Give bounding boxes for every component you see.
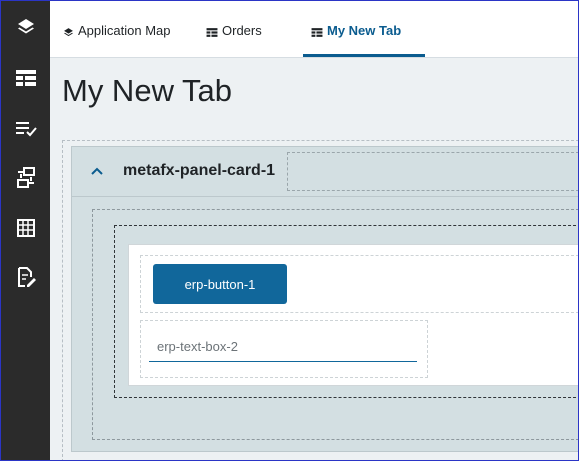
tab-application-map[interactable]: Application Map bbox=[63, 23, 171, 57]
table-layout-icon bbox=[206, 26, 218, 41]
panel-header-slot bbox=[287, 152, 578, 191]
transfer-icon[interactable] bbox=[1, 160, 50, 196]
document-edit-icon[interactable] bbox=[1, 259, 50, 295]
list-check-icon[interactable] bbox=[1, 110, 50, 146]
app-window: Application Map Orders My New Tab My New… bbox=[0, 0, 579, 461]
layers-icon[interactable] bbox=[1, 9, 50, 45]
layers-icon bbox=[63, 26, 74, 41]
tab-label: Orders bbox=[222, 23, 262, 38]
panel-title: metafx-panel-card-1 bbox=[123, 162, 276, 179]
table-layout-icon bbox=[311, 26, 323, 41]
tab-label: My New Tab bbox=[327, 23, 402, 38]
tab-my-new-tab[interactable]: My New Tab bbox=[302, 23, 426, 57]
table-layout-icon[interactable] bbox=[1, 60, 50, 96]
tab-label: Application Map bbox=[78, 23, 171, 38]
nav-rail bbox=[1, 1, 50, 460]
erp-button[interactable]: erp-button-1 bbox=[153, 264, 287, 304]
calendar-grid-icon[interactable] bbox=[1, 210, 50, 246]
page-title: My New Tab bbox=[62, 73, 232, 108]
erp-text-box[interactable] bbox=[149, 332, 417, 362]
chevron-up-icon[interactable] bbox=[90, 164, 104, 178]
tab-orders[interactable]: Orders bbox=[206, 23, 262, 57]
